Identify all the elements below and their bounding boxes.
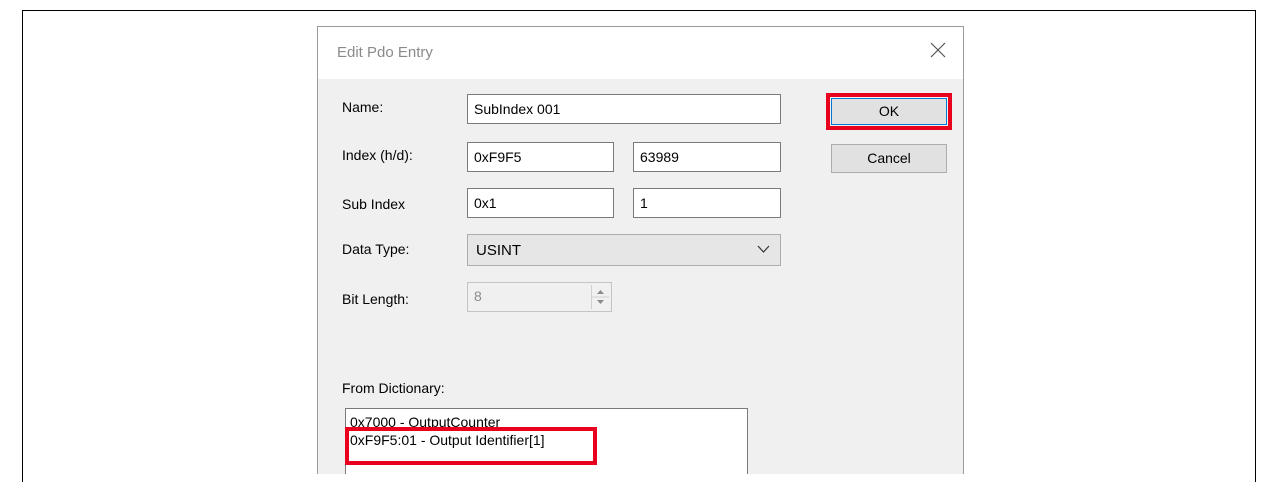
- cancel-button[interactable]: Cancel: [831, 144, 947, 173]
- subindex-label: Sub Index: [342, 196, 406, 212]
- stepper-arrows[interactable]: [591, 285, 609, 309]
- subindex-hex-input[interactable]: 0x1: [467, 188, 614, 218]
- index-hex-input[interactable]: 0xF9F5: [467, 142, 614, 172]
- chevron-down-icon: [757, 245, 770, 253]
- index-dec-input[interactable]: 63989: [633, 142, 781, 172]
- title-bar: Edit Pdo Entry: [318, 27, 963, 79]
- datatype-value: USINT: [476, 242, 521, 259]
- dictionary-item-highlight-box: [345, 427, 597, 465]
- dictionary-label: From Dictionary:: [342, 380, 445, 396]
- close-icon[interactable]: [927, 39, 949, 61]
- bitlength-stepper[interactable]: 8: [467, 282, 612, 312]
- dialog-title: Edit Pdo Entry: [337, 44, 433, 61]
- index-label: Index (h/d):: [342, 147, 413, 163]
- name-input[interactable]: SubIndex 001: [467, 94, 781, 124]
- subindex-dec-input[interactable]: 1: [633, 188, 781, 218]
- datatype-select[interactable]: USINT: [467, 234, 781, 266]
- ok-highlight-box: [826, 93, 952, 130]
- bitlength-value: 8: [474, 288, 482, 304]
- name-label: Name:: [342, 99, 384, 115]
- bitlength-label: Bit Length:: [342, 291, 409, 307]
- stepper-up-down-icon: [592, 290, 609, 304]
- edit-pdo-entry-dialog: Edit Pdo Entry Name: SubIndex 001 Index …: [317, 26, 964, 474]
- datatype-label: Data Type:: [342, 241, 410, 257]
